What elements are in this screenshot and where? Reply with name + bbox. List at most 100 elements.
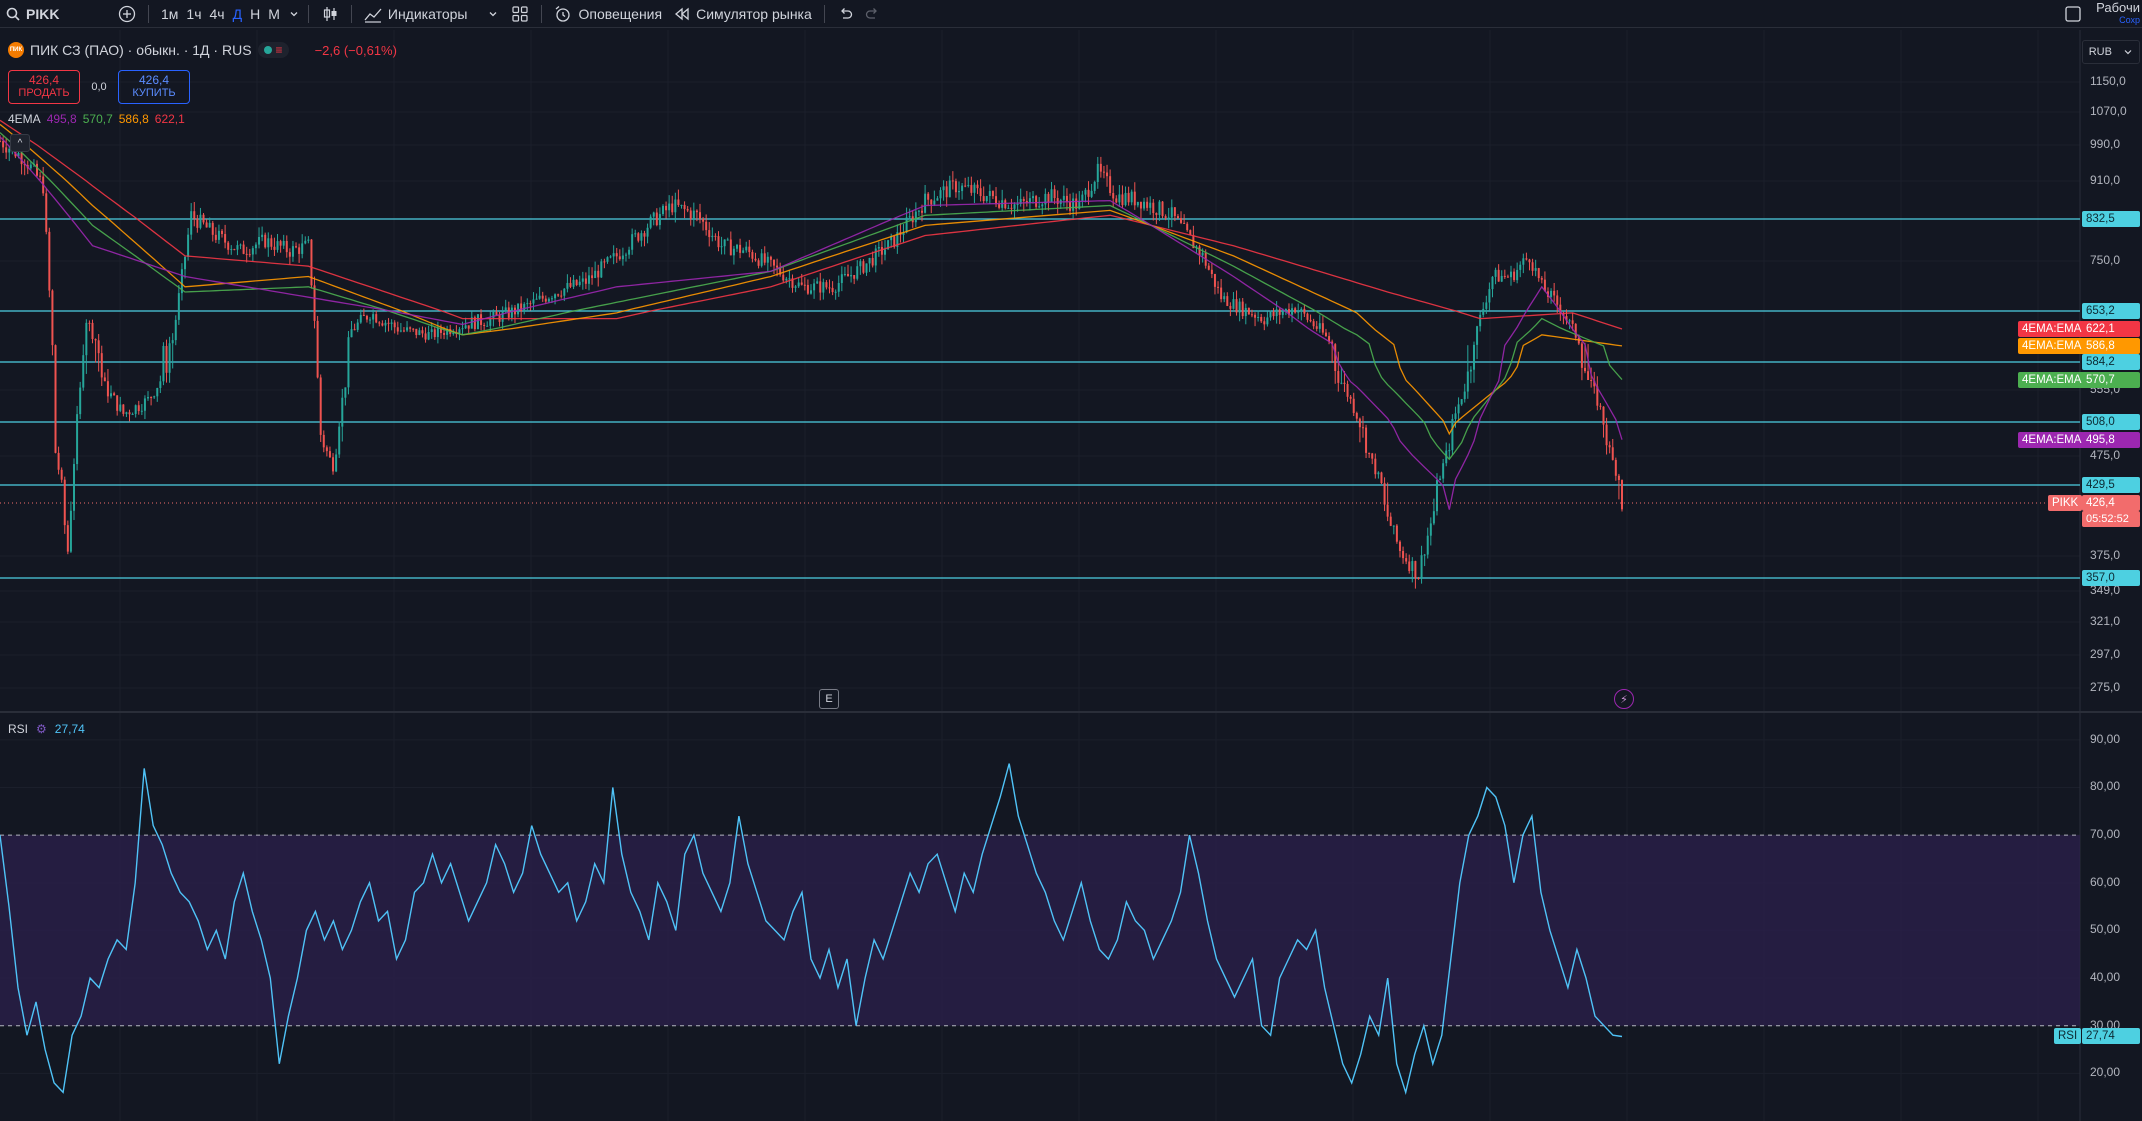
- candle-body: [1423, 554, 1426, 556]
- candle-body: [550, 298, 553, 300]
- level-tag: 584,2: [2082, 354, 2140, 370]
- ema-legend[interactable]: 4EMA 495,8 570,7 586,8 622,1: [8, 112, 185, 126]
- candle-body: [486, 325, 489, 327]
- candle-body: [1599, 405, 1602, 407]
- candle-body: [304, 240, 307, 244]
- sell-button[interactable]: 426,4 ПРОДАТЬ: [8, 70, 80, 104]
- candle-body: [1291, 308, 1294, 315]
- candle-body: [1093, 181, 1096, 191]
- candle-body: [282, 240, 285, 246]
- candle-body: [1278, 309, 1281, 315]
- rsi-band: [0, 835, 2080, 1026]
- buy-label: КУПИТЬ: [132, 87, 176, 99]
- candle-body: [288, 252, 291, 257]
- collapse-legend-button[interactable]: ^: [10, 134, 30, 152]
- candle-body: [1173, 207, 1176, 217]
- candle-body: [1340, 382, 1343, 384]
- candle-body: [652, 212, 655, 217]
- candle-body: [378, 322, 381, 324]
- earnings-marker[interactable]: E: [819, 689, 839, 709]
- candle-body: [325, 447, 328, 452]
- price-tick-label: 321,0: [2090, 614, 2121, 628]
- candle-body: [279, 241, 282, 246]
- candle-body: [1365, 427, 1368, 453]
- price-change: −2,6 (−0,61%): [314, 42, 397, 58]
- candle-body: [695, 210, 698, 213]
- candle-body: [110, 393, 113, 397]
- candle-body: [285, 240, 288, 253]
- candle-body: [757, 260, 760, 266]
- rsi-legend[interactable]: RSI ⚙ 27,74: [8, 722, 85, 736]
- candle-body: [1435, 479, 1438, 512]
- candle-body: [424, 333, 427, 340]
- ema-tag: 4EMA:EMA: [2018, 338, 2086, 354]
- candle-body: [677, 199, 680, 206]
- candle-body: [1426, 535, 1429, 555]
- candle-body: [1143, 201, 1146, 209]
- candle-body: [162, 345, 165, 382]
- candle-body: [443, 332, 446, 335]
- candle-body: [877, 247, 880, 249]
- ema-value-3: 586,8: [118, 112, 149, 126]
- candle-body: [1583, 367, 1586, 372]
- currency-selector[interactable]: RUB: [2082, 40, 2140, 64]
- candle-body: [1611, 447, 1614, 460]
- candle-body: [143, 398, 146, 411]
- candle-body: [1235, 299, 1238, 313]
- symbol-title[interactable]: ПИК СЗ (ПАО) · обыкн. · 1Д · RUS: [30, 42, 252, 58]
- candle-body: [951, 180, 954, 182]
- candle-body: [711, 235, 714, 238]
- candle-body: [517, 303, 520, 315]
- candle-body: [748, 246, 751, 253]
- candle-body: [532, 299, 535, 304]
- candle-body: [1032, 196, 1035, 199]
- candle-body: [418, 330, 421, 335]
- ema-tag: 4EMA:EMA: [2018, 321, 2086, 337]
- candle-body: [850, 275, 853, 277]
- candle-body: [575, 279, 578, 286]
- candle-body: [60, 469, 63, 480]
- candle-body: [57, 452, 60, 470]
- market-open-dot: [263, 46, 272, 54]
- candle-body: [1065, 195, 1068, 202]
- candle-body: [1506, 276, 1509, 278]
- candle-body: [1007, 207, 1010, 209]
- candle-body: [1460, 399, 1463, 405]
- candle-body: [541, 295, 544, 299]
- candle-body: [1439, 478, 1442, 480]
- candle-body: [230, 249, 233, 251]
- candle-body: [116, 395, 119, 411]
- candle-body: [618, 256, 621, 260]
- candle-body: [936, 198, 939, 201]
- buy-button[interactable]: 426,4 КУПИТЬ: [118, 70, 190, 104]
- candle-body: [1220, 287, 1223, 300]
- candle-body: [1429, 523, 1432, 536]
- candle-body: [251, 248, 254, 255]
- candle-body: [1072, 198, 1075, 211]
- ema-value-1: 495,8: [46, 112, 77, 126]
- candle-body: [772, 259, 775, 266]
- candle-body: [1454, 413, 1457, 419]
- candle-body: [782, 274, 785, 281]
- candle-body: [436, 327, 439, 338]
- candle-body: [1201, 252, 1204, 256]
- market-status[interactable]: ≡: [257, 42, 289, 58]
- candle-body: [597, 270, 600, 278]
- candle-body: [837, 283, 840, 292]
- candle-body: [1315, 326, 1318, 329]
- price-chart[interactable]: [0, 0, 2142, 1121]
- rsi-name: RSI: [8, 722, 29, 736]
- buy-price: 426,4: [138, 73, 170, 87]
- candle-body: [1118, 194, 1121, 203]
- candle-body: [917, 210, 920, 212]
- candle-body: [930, 199, 933, 205]
- ema-tag: 4EMA:EMA: [2018, 372, 2086, 388]
- candle-body: [1318, 323, 1321, 329]
- dividend-flash-icon[interactable]: ⚡: [1614, 689, 1634, 709]
- candle-body: [168, 343, 171, 373]
- candle-body: [1232, 299, 1235, 309]
- candle-body: [1420, 555, 1423, 579]
- candle-body: [458, 329, 461, 334]
- candle-body: [600, 261, 603, 278]
- candle-body: [1161, 201, 1164, 217]
